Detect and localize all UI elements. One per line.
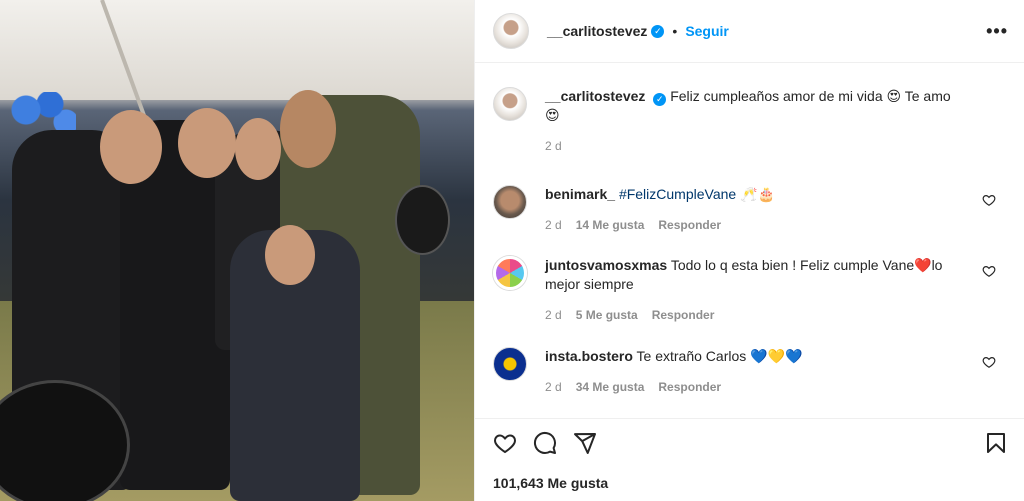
action-icons [493,431,1008,455]
heart-icon[interactable] [982,193,996,207]
timestamp[interactable]: 2 d [545,139,562,153]
avatar[interactable] [493,256,527,290]
avatar[interactable] [493,347,527,381]
heart-icon[interactable] [982,264,996,278]
head [100,110,162,184]
like-heart-icon[interactable] [493,431,517,455]
head [235,118,281,180]
comment-meta: 2 d 5 Me gusta Responder [545,308,965,322]
sombrero-background [395,185,450,255]
comment-username[interactable]: benimark_ [545,186,615,202]
comment-body: benimark_ #FelizCumpleVane 🥂🎂 2 d 14 Me … [545,185,965,232]
head [265,225,315,285]
bookmark-icon[interactable] [984,431,1008,455]
reply-button[interactable]: Responder [652,308,715,322]
comment-text: insta.bostero Te extraño Carlos 💙💛💙 [545,347,965,366]
comment-username[interactable]: insta.bostero [545,348,633,364]
comment-text: juntosvamosxmas Todo lo q esta bien ! Fe… [545,256,965,294]
comment-item: benimark_ #FelizCumpleVane 🥂🎂 2 d 14 Me … [493,185,1008,232]
tent-background [0,0,474,100]
caption: __carlitostevez ✓ Feliz cumpleaños amor … [493,87,1008,153]
instagram-post: __carlitostevez ✓ • Seguir ••• __carlito… [0,0,1024,501]
comment-meta: 2 d 14 Me gusta Responder [545,218,965,232]
caption-meta: 2 d [545,139,965,153]
comment-item: juntosvamosxmas Todo lo q esta bien ! Fe… [493,256,1008,322]
follow-button[interactable]: Seguir [685,23,729,39]
avatar[interactable] [493,13,529,49]
verified-badge-icon: ✓ [651,24,665,38]
caption-text: __carlitostevez ✓ Feliz cumpleaños amor … [545,87,965,125]
post-actions: 101,643 Me gusta [475,418,1024,501]
timestamp[interactable]: 2 d [545,218,562,232]
avatar[interactable] [493,87,527,121]
timestamp[interactable]: 2 d [545,308,562,322]
timestamp[interactable]: 2 d [545,380,562,394]
avatar[interactable] [493,185,527,219]
post-photo[interactable] [0,0,474,501]
comments-list[interactable]: __carlitostevez ✓ Feliz cumpleaños amor … [475,63,1024,418]
comment-username[interactable]: juntosvamosxmas [545,257,667,273]
separator-dot: • [672,23,678,39]
post-header: __carlitostevez ✓ • Seguir ••• [475,0,1024,63]
caption-body: __carlitostevez ✓ Feliz cumpleaños amor … [545,87,965,153]
verified-badge-icon: ✓ [653,93,667,106]
more-options-icon[interactable]: ••• [986,21,1008,42]
comment-icon[interactable] [533,431,557,455]
post-sidebar: __carlitostevez ✓ • Seguir ••• __carlito… [474,0,1024,501]
comment-likes[interactable]: 14 Me gusta [576,218,645,232]
comment-likes[interactable]: 5 Me gusta [576,308,638,322]
comment-body: insta.bostero Te extraño Carlos 💙💛💙 2 d … [545,347,965,394]
share-icon[interactable] [573,431,597,455]
comment-likes[interactable]: 34 Me gusta [576,380,645,394]
balloons [6,92,76,132]
comment-content[interactable]: #FelizCumpleVane 🥂🎂 [619,186,775,202]
caption-username[interactable]: __carlitostevez [545,88,645,104]
header-username[interactable]: __carlitostevez [547,23,647,39]
comment-text: benimark_ #FelizCumpleVane 🥂🎂 [545,185,965,204]
comment-body: juntosvamosxmas Todo lo q esta bien ! Fe… [545,256,965,322]
heart-icon[interactable] [982,355,996,369]
reply-button[interactable]: Responder [658,218,721,232]
head [280,90,336,168]
comment-content: Te extraño Carlos 💙💛💙 [636,348,803,364]
comment-meta: 2 d 34 Me gusta Responder [545,380,965,394]
comment-item: insta.bostero Te extraño Carlos 💙💛💙 2 d … [493,347,1008,394]
head [178,108,236,178]
like-count[interactable]: 101,643 Me gusta [493,475,1008,491]
reply-button[interactable]: Responder [658,380,721,394]
